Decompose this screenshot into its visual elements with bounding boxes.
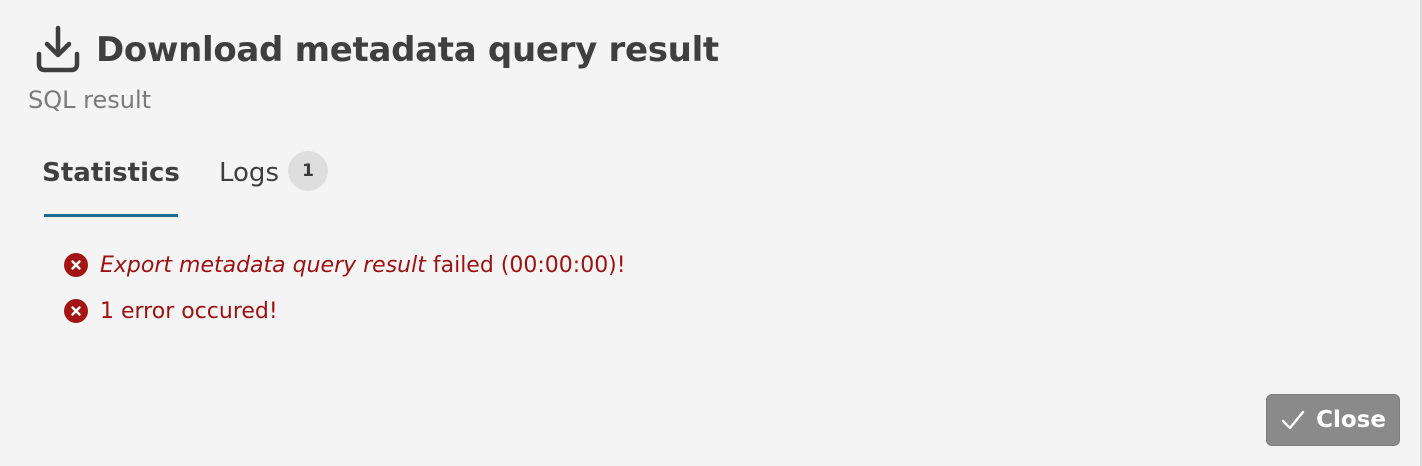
tab-statistics[interactable]: Statistics (42, 150, 180, 217)
message-item: Export metadata query result failed (00:… (64, 250, 626, 280)
logs-count-badge: 1 (288, 151, 328, 191)
message-item: 1 error occured! (64, 296, 626, 326)
tab-bar: Statistics Logs 1 (42, 150, 328, 217)
tab-logs[interactable]: Logs 1 (219, 150, 328, 214)
tab-logs-label: Logs (219, 158, 279, 188)
message-emphasis: Export metadata query result (100, 252, 426, 278)
message-list: Export metadata query result failed (00:… (64, 250, 626, 342)
close-label: Close (1316, 407, 1386, 433)
check-icon (1280, 407, 1306, 433)
dialog-header: Download metadata query result (34, 24, 719, 76)
close-button[interactable]: Close (1266, 394, 1400, 446)
tab-statistics-label: Statistics (42, 158, 180, 188)
error-icon (64, 299, 88, 323)
dialog-title: Download metadata query result (96, 30, 719, 70)
message-text: Export metadata query result failed (00:… (100, 253, 626, 278)
dialog-subtitle: SQL result (28, 86, 152, 114)
message-suffix: failed (00:00:00)! (425, 252, 626, 278)
error-icon (64, 253, 88, 277)
message-text: 1 error occured! (100, 298, 278, 324)
download-icon (34, 24, 82, 76)
